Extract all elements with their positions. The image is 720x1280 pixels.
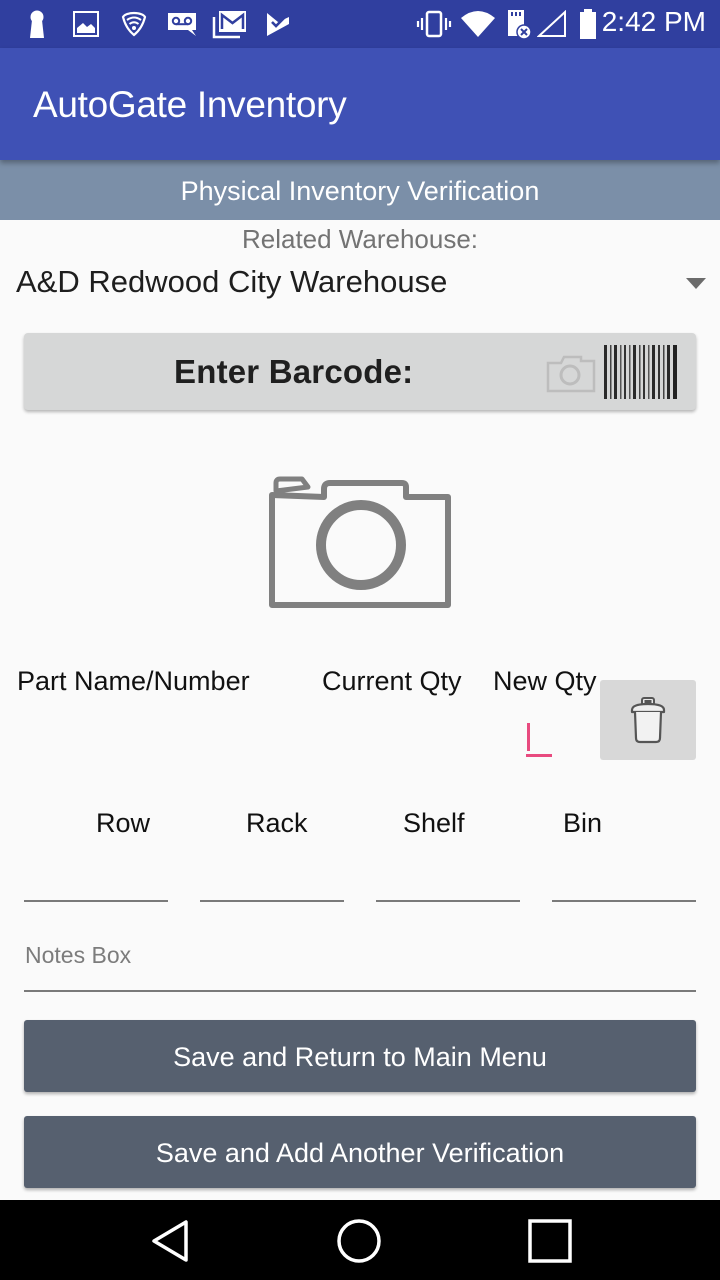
recents-button[interactable]	[520, 1214, 580, 1268]
rack-input[interactable]	[200, 860, 344, 902]
trash-icon	[630, 697, 666, 744]
home-button[interactable]	[329, 1214, 389, 1268]
battery-icon	[579, 9, 597, 39]
app-bar: AutoGate Inventory	[0, 48, 720, 160]
wifi-icon	[460, 10, 496, 38]
bin-input[interactable]	[552, 860, 696, 902]
shelf-label: Shelf	[403, 808, 465, 838]
rack-label: Rack	[246, 808, 308, 838]
save-return-button[interactable]: Save and Return to Main Menu	[24, 1020, 696, 1092]
dropdown-arrow-icon	[686, 278, 706, 289]
notes-placeholder: Notes Box	[25, 942, 132, 968]
text-cursor	[527, 723, 530, 751]
enter-barcode-label: Enter Barcode:	[174, 353, 414, 390]
image-icon	[72, 10, 100, 38]
shield-wifi-icon	[121, 10, 147, 38]
status-bar: 2:42 PM	[0, 0, 720, 48]
clock: 2:42 PM	[601, 6, 706, 37]
delete-button[interactable]	[600, 680, 696, 760]
signal-icon	[537, 10, 567, 38]
save-add-another-button[interactable]: Save and Add Another Verification	[24, 1116, 696, 1188]
warehouse-dropdown[interactable]: A&D Redwood City Warehouse	[0, 258, 720, 314]
home-icon	[337, 1219, 381, 1263]
warehouse-selected-value: A&D Redwood City Warehouse	[16, 264, 448, 299]
back-icon	[152, 1220, 188, 1262]
sd-card-error-icon	[505, 10, 533, 40]
keyhole-icon	[26, 10, 48, 38]
page-title: Physical Inventory Verification	[0, 160, 720, 220]
new-qty-input[interactable]	[526, 723, 552, 757]
gmail-icon	[212, 10, 248, 39]
barcode-icon	[604, 345, 678, 404]
input-underline	[526, 754, 552, 757]
new-qty-label: New Qty	[493, 666, 597, 696]
camera-icon	[269, 476, 451, 608]
back-button[interactable]	[140, 1214, 200, 1268]
current-qty-label: Current Qty	[322, 666, 462, 696]
notes-input[interactable]: Notes Box	[24, 930, 696, 992]
camera-icon	[545, 353, 597, 398]
take-photo-button[interactable]	[266, 465, 454, 618]
vibrate-icon	[416, 10, 452, 38]
app-title: AutoGate Inventory	[33, 84, 347, 125]
enter-barcode-button[interactable]: Enter Barcode:	[24, 333, 696, 410]
recents-icon	[528, 1219, 572, 1263]
row-input[interactable]	[24, 860, 168, 902]
shelf-input[interactable]	[376, 860, 520, 902]
voicemail-icon	[166, 10, 198, 38]
row-label: Row	[96, 808, 151, 838]
bin-label: Bin	[563, 808, 603, 838]
warehouse-label: Related Warehouse:	[241, 224, 479, 254]
navigation-bar	[0, 1200, 720, 1280]
checkmark-app-icon	[264, 10, 292, 38]
part-name-label: Part Name/Number	[17, 666, 250, 696]
